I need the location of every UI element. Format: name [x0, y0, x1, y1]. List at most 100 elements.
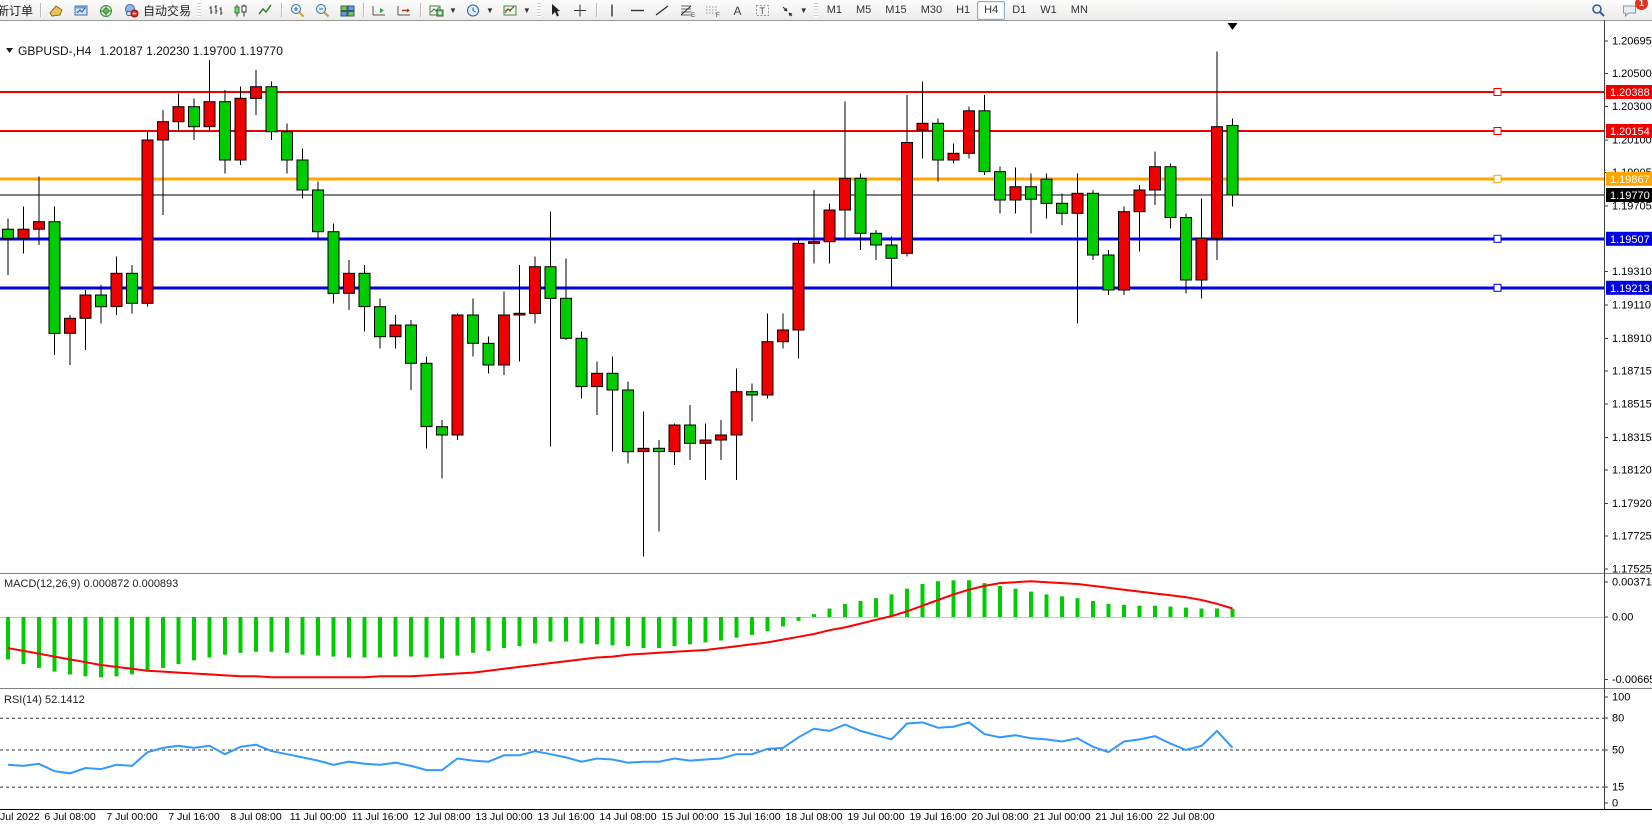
- text-button[interactable]: A: [725, 1, 750, 19]
- macd-histogram-bar: [626, 617, 630, 646]
- time-axis-label: 13 Jul 00:00: [475, 811, 532, 823]
- price-badge-label: 1.20154: [1610, 126, 1650, 138]
- macd-histogram-bar: [1200, 609, 1204, 618]
- horizontal-line-button[interactable]: [625, 1, 650, 19]
- time-axis-label: 15 Jul 00:00: [661, 811, 718, 823]
- new-order-button[interactable]: 新订单: [0, 1, 37, 19]
- templates-icon: [502, 3, 519, 18]
- macd-histogram-bar: [425, 617, 429, 658]
- cursor-button[interactable]: [543, 1, 568, 19]
- clock-icon: [465, 3, 482, 18]
- macd-histogram-bar: [797, 617, 801, 621]
- hline-handle[interactable]: [1494, 128, 1501, 135]
- macd-histogram-bar: [719, 617, 723, 641]
- time-axis-label: 11 Jul 16:00: [352, 811, 409, 823]
- zoom-out-button[interactable]: [310, 1, 335, 19]
- timeframe-M1[interactable]: M1: [820, 1, 849, 20]
- price-tick-label: 1.19310: [1612, 266, 1652, 278]
- macd-histogram-bar: [781, 617, 785, 626]
- candlestick-button[interactable]: [228, 1, 253, 19]
- fibonacci-button[interactable]: E: [675, 1, 700, 19]
- hline-handle[interactable]: [1494, 284, 1501, 291]
- fibonacci-icon: E: [679, 3, 696, 18]
- chart-profile-icon[interactable]: [44, 1, 69, 19]
- arrows-icon: [779, 3, 796, 18]
- time-axis-label: 21 Jul 16:00: [1095, 811, 1152, 823]
- chart-window[interactable]: 1.206951.205001.203001.201001.199051.197…: [0, 20, 1652, 831]
- timeframe-MN[interactable]: MN: [1064, 1, 1095, 20]
- macd-indicator-label: MACD(12,26,9) 0.000872 0.000893: [4, 578, 178, 590]
- macd-histogram-bar: [1045, 594, 1049, 617]
- crosshair-icon: [572, 3, 589, 18]
- timeframe-W1[interactable]: W1: [1033, 1, 1064, 20]
- macd-histogram-bar: [595, 617, 599, 644]
- macd-histogram-bar: [688, 617, 692, 644]
- periods-button[interactable]: ▼: [461, 1, 498, 19]
- timeframe-D1[interactable]: D1: [1005, 1, 1033, 20]
- profile-icon: [48, 3, 65, 18]
- macd-histogram-bar: [533, 617, 537, 643]
- macd-histogram-bar: [6, 617, 10, 659]
- price-badge-label: 1.20388: [1610, 87, 1650, 99]
- macd-histogram-bar: [68, 617, 72, 674]
- macd-histogram-bar: [1184, 608, 1188, 617]
- macd-tick-label: 0.00: [1612, 612, 1633, 624]
- navigator-button[interactable]: [94, 1, 119, 19]
- arrows-button[interactable]: ▼: [775, 1, 812, 19]
- time-axis-label: 12 Jul 08:00: [413, 811, 470, 823]
- svg-text:E: E: [691, 13, 695, 18]
- navigator-icon: [98, 3, 115, 18]
- candle: [452, 313, 463, 440]
- separator: [281, 3, 282, 17]
- candle: [328, 223, 339, 303]
- auto-scroll-button[interactable]: [367, 1, 392, 19]
- autotrading-icon: [123, 3, 140, 18]
- vertical-line-button[interactable]: [600, 1, 625, 19]
- timeframe-H1[interactable]: H1: [949, 1, 977, 20]
- line-chart-button[interactable]: [253, 1, 278, 19]
- svg-text:F: F: [716, 13, 720, 18]
- time-axis-label: 19 Jul 00:00: [847, 811, 904, 823]
- hline-handle[interactable]: [1494, 89, 1501, 96]
- indicators-button[interactable]: ▼: [424, 1, 461, 19]
- macd-histogram-bar: [53, 617, 57, 672]
- timeframe-H4[interactable]: H4: [977, 1, 1005, 20]
- time-axis-label: 6 Jul 08:00: [44, 811, 96, 823]
- zoom-in-button[interactable]: [285, 1, 310, 19]
- crosshair-button[interactable]: [568, 1, 593, 19]
- market-watch-button[interactable]: [69, 1, 94, 19]
- templates-button[interactable]: ▼: [498, 1, 535, 19]
- macd-histogram-bar: [611, 617, 615, 645]
- autotrading-button[interactable]: 自动交易: [119, 1, 195, 19]
- trendline-button[interactable]: [650, 1, 675, 19]
- separator: [596, 3, 597, 17]
- tile-windows-button[interactable]: [335, 1, 360, 19]
- macd-histogram-bar: [332, 617, 336, 657]
- search-button[interactable]: [1586, 1, 1611, 19]
- chat-button[interactable]: 1: [1617, 1, 1642, 19]
- timeframe-M5[interactable]: M5: [849, 1, 878, 20]
- macd-histogram-bar: [735, 617, 739, 638]
- macd-histogram-bar: [952, 580, 956, 617]
- macd-histogram-bar: [1014, 589, 1018, 617]
- bar-chart-button[interactable]: [203, 1, 228, 19]
- candle: [1088, 190, 1099, 260]
- price-tick-label: 1.20695: [1612, 35, 1652, 47]
- time-axis-label: 22 Jul 08:00: [1157, 811, 1214, 823]
- indicators-icon: [428, 3, 445, 18]
- hline-handle[interactable]: [1494, 175, 1501, 182]
- text-label-button[interactable]: T: [750, 1, 775, 19]
- time-axis-label: 19 Jul 16:00: [909, 811, 966, 823]
- macd-tick-label: -0.006657: [1612, 674, 1652, 686]
- fibo-grid-button[interactable]: F: [700, 1, 725, 19]
- macd-histogram-bar: [1122, 605, 1126, 617]
- macd-histogram-bar: [161, 617, 165, 668]
- chart-shift-button[interactable]: [392, 1, 417, 19]
- vertical-line-icon: [604, 3, 621, 18]
- timeframe-M15[interactable]: M15: [878, 1, 913, 20]
- macd-histogram-bar: [1091, 601, 1095, 617]
- macd-histogram-bar: [37, 617, 41, 668]
- macd-histogram-bar: [921, 584, 925, 617]
- timeframe-M30[interactable]: M30: [914, 1, 949, 20]
- hline-handle[interactable]: [1494, 235, 1501, 242]
